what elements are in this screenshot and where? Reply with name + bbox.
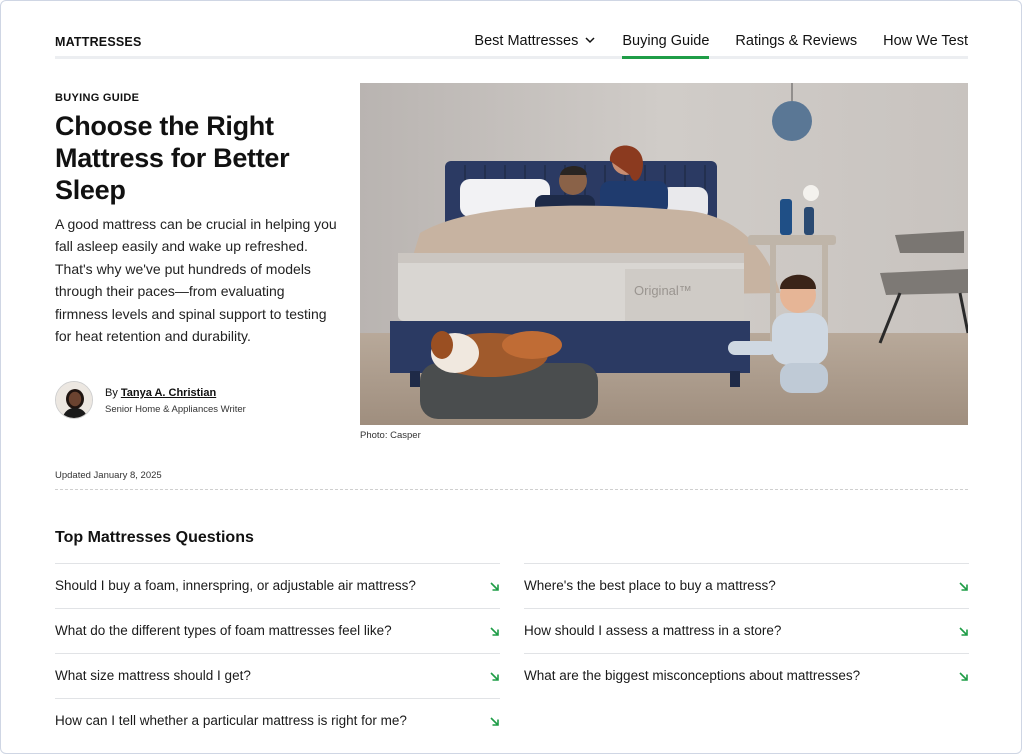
question-text: Where's the best place to buy a mattress… [524,578,776,593]
nav-best-mattresses[interactable]: Best Mattresses [474,33,596,56]
questions-column-left: Should I buy a foam, innerspring, or adj… [55,563,500,743]
arrow-down-right-icon [490,672,499,681]
question-text: How can I tell whether a particular matt… [55,713,407,728]
author-block: By Tanya A. Christian Senior Home & Appli… [55,381,345,423]
arrow-down-right-icon [959,627,968,636]
chevron-down-icon [585,37,595,44]
nav-ratings-reviews[interactable]: Ratings & Reviews [735,33,857,56]
article-headline: Choose the Right Mattress for Better Sle… [55,111,290,205]
author-byline: By Tanya A. Christian [105,387,216,399]
section-title[interactable]: MATTRESSES [55,35,142,49]
arrow-down-right-icon [490,582,499,591]
article-eyebrow: BUYING GUIDE [55,92,140,104]
hero-photo: Original™ [360,83,968,425]
question-text: What do the different types of foam matt… [55,623,392,638]
questions-heading: Top Mattresses Questions [55,529,254,546]
question-text: Should I buy a foam, innerspring, or adj… [55,578,416,593]
author-role: Senior Home & Appliances Writer [105,404,246,415]
arrow-down-right-icon [959,672,968,681]
article-intro: A good mattress can be crucial in helpin… [55,216,337,345]
section-nav: MATTRESSES Best Mattresses Buying Guide … [55,30,968,59]
mattress-label: Original™ [634,283,692,298]
question-link[interactable]: How should I assess a mattress in a stor… [524,608,969,653]
nav-links: Best Mattresses Buying Guide Ratings & R… [448,33,968,59]
question-link[interactable]: Should I buy a foam, innerspring, or adj… [55,563,500,608]
question-text: What are the biggest misconceptions abou… [524,668,861,683]
arrow-down-right-icon [490,627,499,636]
bedroom-photo-illustration: Original™ [360,83,968,425]
nav-label: Best Mattresses [474,33,579,49]
updated-date: Updated January 8, 2025 [55,470,162,481]
nav-how-we-test[interactable]: How We Test [883,33,968,56]
question-link[interactable]: What do the different types of foam matt… [55,608,500,653]
questions-column-right: Where's the best place to buy a mattress… [524,563,969,698]
author-avatar[interactable] [55,381,93,419]
question-text: How should I assess a mattress in a stor… [524,623,782,638]
author-name-link[interactable]: Tanya A. Christian [121,387,216,399]
arrow-down-right-icon [959,582,968,591]
nav-buying-guide[interactable]: Buying Guide [622,33,710,59]
photo-caption: Photo: Casper [360,430,421,441]
question-link[interactable]: How can I tell whether a particular matt… [55,698,500,743]
arrow-down-right-icon [490,717,499,726]
question-link[interactable]: Where's the best place to buy a mattress… [524,563,969,608]
dotted-divider [55,489,968,490]
question-link[interactable]: What size mattress should I get? [55,653,500,698]
question-text: What size mattress should I get? [55,668,251,683]
byline-prefix: By [105,387,118,399]
question-link[interactable]: What are the biggest misconceptions abou… [524,653,969,698]
